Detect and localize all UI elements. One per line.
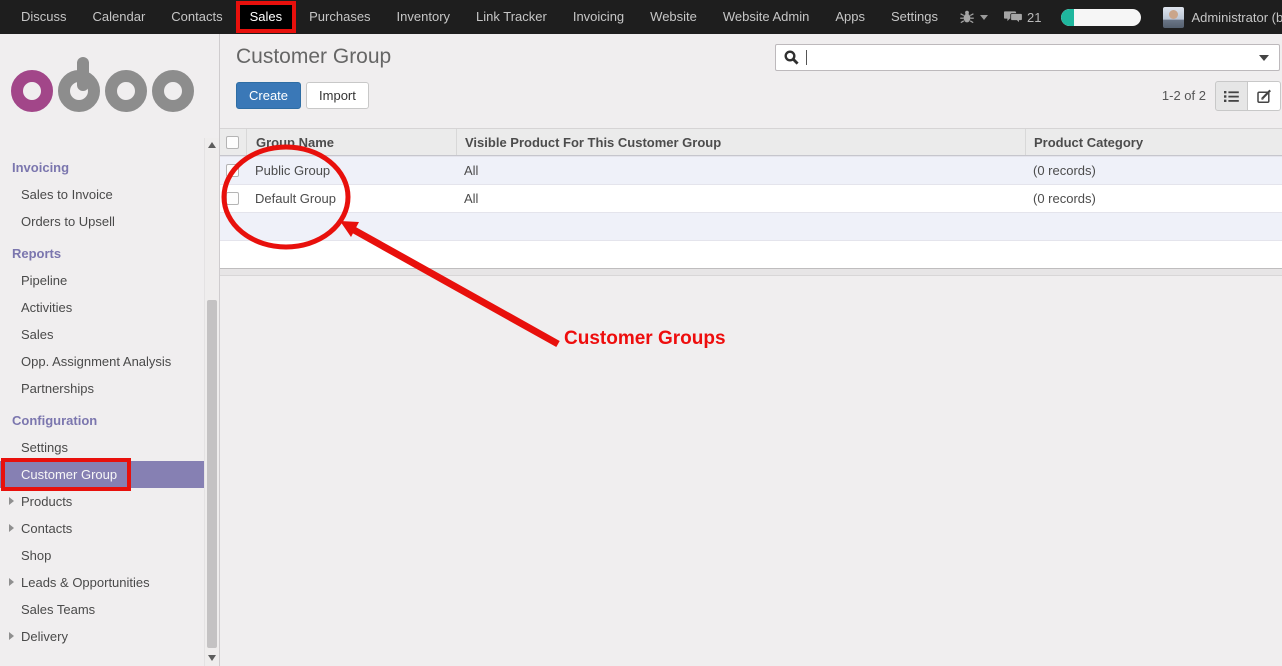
main-content: Customer Group Create Import 1-2 of 2 <box>220 34 1282 666</box>
table-footer-strip <box>220 268 1282 276</box>
messages-systray-item[interactable]: 21 <box>996 9 1049 25</box>
sidebar-scrollbar[interactable] <box>204 138 219 666</box>
scroll-up-icon[interactable] <box>208 142 216 148</box>
create-button[interactable]: Create <box>236 82 301 109</box>
logo-o2 <box>105 70 147 112</box>
logo-o3 <box>152 70 194 112</box>
cell-product-category: (0 records) <box>1025 191 1282 206</box>
bug-icon <box>959 9 975 25</box>
column-header-group-name[interactable]: Group Name <box>246 129 456 155</box>
search-dropdown-caret-icon[interactable] <box>1259 55 1269 61</box>
nav-item-website[interactable]: Website <box>637 0 710 34</box>
nav-item-link-tracker[interactable]: Link Tracker <box>463 0 560 34</box>
sidebar-item-sales-teams[interactable]: Sales Teams <box>0 596 204 623</box>
expand-arrow-icon[interactable] <box>9 578 14 586</box>
row-checkbox[interactable] <box>226 164 239 177</box>
sidebar-item-label: Contacts <box>21 521 72 536</box>
sidebar-item-settings[interactable]: Settings <box>0 434 204 461</box>
nav-item-settings[interactable]: Settings <box>878 0 951 34</box>
cell-group-name: Public Group <box>246 163 456 178</box>
table-row-default-group[interactable]: Default Group All (0 records) <box>220 184 1282 212</box>
chat-bubbles-icon <box>1004 9 1023 25</box>
list-view-button[interactable] <box>1215 81 1248 111</box>
select-all-cell <box>220 129 246 155</box>
top-navbar: Discuss Calendar Contacts Sales Purchase… <box>0 0 1282 34</box>
empty-row <box>220 212 1282 240</box>
sidebar-item-activities[interactable]: Activities <box>0 294 204 321</box>
nav-item-discuss[interactable]: Discuss <box>8 0 80 34</box>
pager-range: 1-2 of 2 <box>1162 88 1206 103</box>
odoo-logo <box>0 70 205 112</box>
systray: 21 Administrator (braintree) <box>951 7 1282 28</box>
user-menu[interactable]: Administrator (braintree) <box>1191 10 1282 25</box>
nav-item-inventory[interactable]: Inventory <box>384 0 463 34</box>
search-input[interactable] <box>775 44 1280 71</box>
empty-row <box>220 240 1282 268</box>
sidebar-item-label: Products <box>21 494 72 509</box>
form-view-button[interactable] <box>1248 81 1281 111</box>
sidebar-item-shop[interactable]: Shop <box>0 542 204 569</box>
select-all-checkbox[interactable] <box>226 136 239 149</box>
sidebar-item-customer-group[interactable]: Customer Group <box>0 461 204 488</box>
page-title: Customer Group <box>236 45 391 69</box>
debug-caret-icon <box>980 15 988 20</box>
column-header-visible-product[interactable]: Visible Product For This Customer Group <box>456 129 1025 155</box>
scrollbar-thumb[interactable] <box>207 300 217 648</box>
customer-group-list: Group Name Visible Product For This Cust… <box>220 128 1282 276</box>
column-header-product-category[interactable]: Product Category <box>1025 129 1282 155</box>
sidebar-section-reports: Reports <box>0 240 204 267</box>
expand-arrow-icon[interactable] <box>9 524 14 532</box>
nav-item-apps[interactable]: Apps <box>822 0 878 34</box>
table-header-row: Group Name Visible Product For This Cust… <box>220 128 1282 156</box>
logo-o1 <box>11 70 53 112</box>
sidebar-item-partnerships[interactable]: Partnerships <box>0 375 204 402</box>
expand-arrow-icon[interactable] <box>9 632 14 640</box>
nav-item-invoicing[interactable]: Invoicing <box>560 0 637 34</box>
action-buttons: Create Import <box>236 82 369 109</box>
sidebar-item-products[interactable]: Products <box>0 488 204 515</box>
sidebar-item-pipeline[interactable]: Pipeline <box>0 267 204 294</box>
nav-item-purchases[interactable]: Purchases <box>296 0 383 34</box>
sidebar-item-sales[interactable]: Sales <box>0 321 204 348</box>
sidebar-item-opp-assignment-analysis[interactable]: Opp. Assignment Analysis <box>0 348 204 375</box>
import-button[interactable]: Import <box>306 82 369 109</box>
nav-item-sales-active[interactable]: Sales <box>236 1 297 33</box>
sidebar-section-configuration: Configuration <box>0 407 204 434</box>
scroll-down-icon[interactable] <box>208 655 216 661</box>
sidebar-item-label: Leads & Opportunities <box>21 575 150 590</box>
message-count-badge: 21 <box>1027 10 1041 25</box>
progress-fill <box>1061 9 1074 26</box>
systray-progress-pill[interactable] <box>1061 9 1141 26</box>
expand-arrow-icon[interactable] <box>9 497 14 505</box>
row-checkbox[interactable] <box>226 192 239 205</box>
nav-item-calendar[interactable]: Calendar <box>80 0 159 34</box>
cell-product-category: (0 records) <box>1025 163 1282 178</box>
nav-item-website-admin[interactable]: Website Admin <box>710 0 822 34</box>
list-icon <box>1224 90 1239 103</box>
cell-visible-product: All <box>456 191 1025 206</box>
user-avatar[interactable] <box>1163 7 1184 28</box>
nav-item-contacts[interactable]: Contacts <box>158 0 235 34</box>
sidebar-item-delivery[interactable]: Delivery <box>0 623 204 650</box>
sidebar-section-invoicing: Invoicing <box>0 154 204 181</box>
view-switcher <box>1215 81 1281 111</box>
text-cursor <box>806 50 807 65</box>
search-icon <box>783 49 800 66</box>
sidebar-menu: Invoicing Sales to Invoice Orders to Ups… <box>0 152 204 650</box>
sidebar-item-label: Delivery <box>21 629 68 644</box>
app-sidebar: Invoicing Sales to Invoice Orders to Ups… <box>0 34 220 666</box>
cell-group-name: Default Group <box>246 191 456 206</box>
sidebar-item-contacts[interactable]: Contacts <box>0 515 204 542</box>
table-row-public-group[interactable]: Public Group All (0 records) <box>220 156 1282 184</box>
sidebar-item-sales-to-invoice[interactable]: Sales to Invoice <box>0 181 204 208</box>
sidebar-item-label: Customer Group <box>21 467 117 482</box>
cell-visible-product: All <box>456 163 1025 178</box>
sidebar-item-orders-to-upsell[interactable]: Orders to Upsell <box>0 208 204 235</box>
debug-bug-icon[interactable] <box>951 9 996 25</box>
edit-icon <box>1257 89 1272 104</box>
sidebar-item-leads-opportunities[interactable]: Leads & Opportunities <box>0 569 204 596</box>
logo-d <box>58 70 100 112</box>
